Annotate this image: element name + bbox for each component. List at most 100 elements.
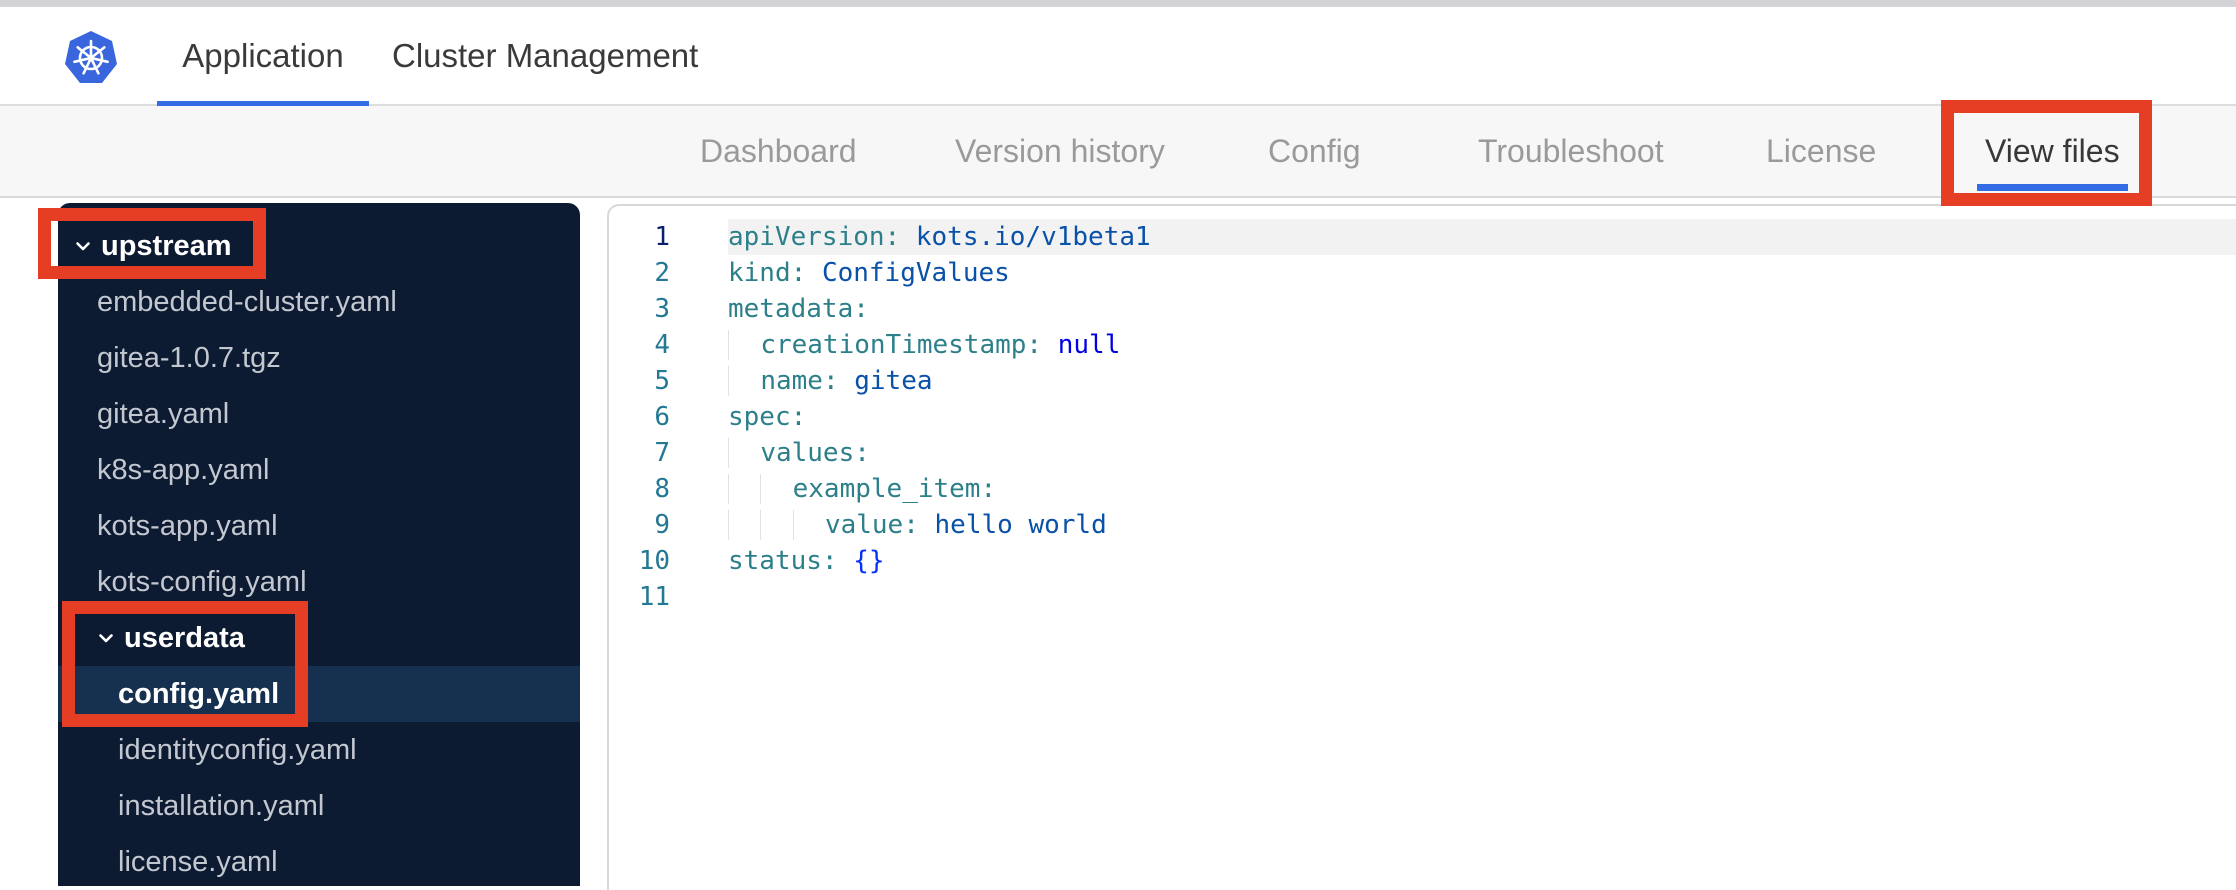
tree-item-label: kots-app.yaml xyxy=(97,509,278,542)
tree-item-label: userdata xyxy=(124,621,245,654)
tree-item-gitea-1-0-7-tgz[interactable]: gitea-1.0.7.tgz xyxy=(58,330,580,386)
code-token-guide xyxy=(728,510,761,540)
line-number: 10 xyxy=(638,546,670,576)
code-line-content: values: xyxy=(728,435,2236,471)
code-token-key: value xyxy=(824,510,904,540)
tree-item-identityconfig-yaml[interactable]: identityconfig.yaml xyxy=(58,722,580,778)
tree-item-label: kots-config.yaml xyxy=(97,565,307,598)
line-number: 2 xyxy=(654,258,670,288)
code-token-colon: : xyxy=(884,222,916,252)
code-line-content: spec: xyxy=(728,399,2236,435)
code-token-colon: : xyxy=(790,258,822,288)
code-line-content: value: hello world xyxy=(728,507,2236,543)
tree-item-k8s-app-yaml[interactable]: k8s-app.yaml xyxy=(58,442,580,498)
code-token-key: name xyxy=(760,366,823,396)
code-token-key: kind xyxy=(728,258,791,288)
tree-item-label: license.yaml xyxy=(118,845,278,878)
code-line-content: apiVersion: kots.io/v1beta1 xyxy=(728,219,2236,255)
code-token-colon: : xyxy=(822,366,855,396)
code-token-guide xyxy=(760,510,793,540)
tree-item-label: embedded-cluster.yaml xyxy=(97,285,397,318)
code-token-colon: : xyxy=(821,546,854,576)
code-token-colon: : xyxy=(854,438,870,468)
tree-item-upstream[interactable]: upstream xyxy=(58,218,580,274)
nav-tab-label: Dashboard xyxy=(700,132,857,169)
code-line: 11 xyxy=(609,579,2236,615)
code-token-guide xyxy=(728,330,761,360)
nav-tab-label: View files xyxy=(1985,132,2120,169)
code-line-content: name: gitea xyxy=(728,363,2236,399)
code-token-str: ConfigValues xyxy=(821,258,1010,288)
nav-tab-dashboard[interactable]: Dashboard xyxy=(700,106,857,196)
tree-item-gitea-yaml[interactable]: gitea.yaml xyxy=(58,386,580,442)
nav-tab-view-files[interactable]: View files xyxy=(1977,106,2128,196)
code-line: 1 apiVersion: kots.io/v1beta1 xyxy=(609,219,2236,255)
tree-item-label: installation.yaml xyxy=(118,789,325,822)
nav-tab-label: Config xyxy=(1268,132,1361,169)
line-number: 8 xyxy=(654,474,670,504)
code-token-guide xyxy=(760,474,793,504)
code-token-guide xyxy=(728,474,761,504)
code-line-content xyxy=(728,579,2236,615)
code-line: 10 status: {} xyxy=(609,543,2236,579)
code-line-content: metadata: xyxy=(728,291,2236,327)
code-token-guide xyxy=(728,366,761,396)
tab-cluster-management[interactable]: Cluster Management xyxy=(392,7,698,104)
code-line: 9 value: hello world xyxy=(609,507,2236,543)
tree-item-userdata[interactable]: userdata xyxy=(58,610,580,666)
code-token-kw: null xyxy=(1057,330,1121,360)
tab-application[interactable]: Application xyxy=(157,7,369,108)
window-top-strip xyxy=(0,0,2236,7)
code-token-key: metadata xyxy=(728,294,854,324)
code-token-key: values xyxy=(760,438,855,468)
line-number: 3 xyxy=(654,294,670,324)
code-token-guide xyxy=(728,438,761,468)
tree-item-label: identityconfig.yaml xyxy=(118,733,357,766)
code-token-str: hello world xyxy=(934,510,1107,540)
nav-tab-version-history[interactable]: Version history xyxy=(955,106,1165,196)
chevron-down-icon[interactable] xyxy=(72,235,94,257)
code-token-key: creationTimestamp xyxy=(760,330,1027,360)
file-tree: upstream embedded-cluster.yaml gitea-1.0.7… xyxy=(58,203,580,886)
code-line: 2 kind: ConfigValues xyxy=(609,255,2236,291)
nav-tab-config[interactable]: Config xyxy=(1268,106,1361,196)
tree-item-label: config.yaml xyxy=(118,677,280,710)
code-line: 6 spec: xyxy=(609,399,2236,435)
code-line: 4 creationTimestamp: null xyxy=(609,327,2236,363)
tree-item-label: k8s-app.yaml xyxy=(97,453,270,486)
code-line-content: creationTimestamp: null xyxy=(728,327,2236,363)
code-token-colon: : xyxy=(1026,330,1058,360)
nav-tab-label: Version history xyxy=(955,132,1165,169)
nav-tab-troubleshoot[interactable]: Troubleshoot xyxy=(1478,106,1664,196)
app-nav-bar: Dashboard Version history Config Troublesho… xyxy=(0,106,2236,198)
tree-item-kots-app-yaml[interactable]: kots-app.yaml xyxy=(58,498,580,554)
tree-item-installation-yaml[interactable]: installation.yaml xyxy=(58,778,580,834)
line-number: 5 xyxy=(654,366,670,396)
code-editor[interactable]: 1 apiVersion: kots.io/v1beta1 2 kind: Confi… xyxy=(607,204,2236,890)
app-header: Application Cluster Management xyxy=(0,7,2236,108)
code-line-content: kind: ConfigValues xyxy=(728,255,2236,291)
nav-tab-license[interactable]: License xyxy=(1766,106,1876,196)
nav-tab-label: License xyxy=(1766,132,1877,169)
tree-item-license-yaml[interactable]: license.yaml xyxy=(58,834,580,890)
tree-item-config-yaml[interactable]: config.yaml xyxy=(58,666,580,722)
code-token-str: kots.io/v1beta1 xyxy=(915,222,1151,252)
line-number: 1 xyxy=(654,222,670,252)
line-number: 6 xyxy=(654,402,670,432)
code-token-colon: : xyxy=(790,402,807,432)
code-token-colon: : xyxy=(980,474,997,504)
code-token-key: example_item xyxy=(792,474,981,504)
line-number: 4 xyxy=(654,330,670,360)
kubernetes-logo xyxy=(64,31,118,85)
nav-tab-label: Troubleshoot xyxy=(1478,132,1664,169)
code-token-punct: {} xyxy=(853,546,885,576)
chevron-down-icon[interactable] xyxy=(95,627,117,649)
code-token-guide xyxy=(792,510,825,540)
line-number: 7 xyxy=(654,438,670,468)
tree-item-kots-config-yaml[interactable]: kots-config.yaml xyxy=(58,554,580,610)
code-token-colon: : xyxy=(853,294,869,324)
code-line: 7 values: xyxy=(609,435,2236,471)
code-token-colon: : xyxy=(903,510,935,540)
line-number: 9 xyxy=(654,510,670,540)
tree-item-embedded-cluster-yaml[interactable]: embedded-cluster.yaml xyxy=(58,274,580,330)
